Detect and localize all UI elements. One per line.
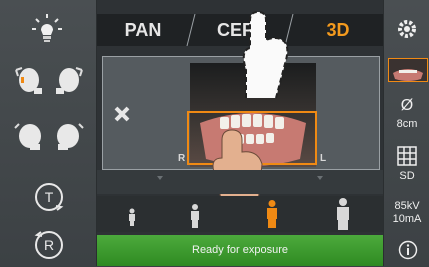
head-profile-left-icon[interactable]	[12, 118, 46, 152]
r-rotate-icon[interactable]: R	[32, 228, 66, 262]
resolution-value[interactable]: SD	[384, 170, 429, 182]
side-label-r: R	[178, 153, 186, 164]
head-profile-right-icon[interactable]	[52, 118, 86, 152]
t-rotate-icon[interactable]: T	[32, 180, 66, 214]
right-sidebar: Ø 8cm SD 85kV 10mA	[383, 0, 429, 266]
patient-size-child-icon[interactable]	[127, 208, 137, 231]
patient-size-small-icon[interactable]	[189, 204, 201, 233]
arrow-strip	[97, 170, 383, 194]
side-label-l: L	[320, 153, 327, 164]
r-rotate-label: R	[44, 237, 54, 253]
t-rotate-label: T	[45, 189, 54, 205]
lamp-icon[interactable]	[30, 12, 64, 46]
info-icon[interactable]	[398, 240, 418, 265]
patient-size-selector	[97, 196, 383, 232]
head-tilt-left-icon[interactable]	[12, 62, 46, 96]
patient-size-large-icon[interactable]	[335, 198, 351, 235]
swipe-hand-outline-icon	[236, 10, 294, 107]
diameter-icon: Ø	[400, 97, 414, 114]
thumbnail-icon[interactable]	[388, 58, 428, 82]
diameter-value[interactable]: 8cm	[384, 118, 429, 130]
kv-value[interactable]: 85kV	[384, 200, 429, 212]
tab-pan[interactable]: PAN	[97, 14, 189, 46]
close-icon[interactable]	[112, 104, 132, 129]
head-tilt-right-icon[interactable]	[52, 62, 86, 96]
settings-gear-icon[interactable]	[396, 18, 418, 45]
tab-3d[interactable]: 3D	[293, 14, 383, 46]
ma-value[interactable]: 10mA	[384, 213, 429, 225]
grid-icon	[397, 146, 417, 171]
patient-size-medium-icon[interactable]	[265, 200, 279, 233]
left-sidebar: T R	[0, 0, 97, 266]
status-bar: Ready for exposure	[97, 235, 383, 266]
